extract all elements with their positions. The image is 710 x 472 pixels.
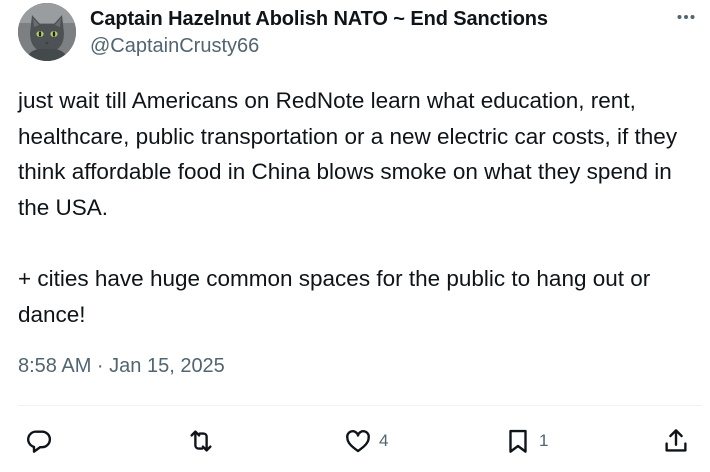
bookmark-count: 1 <box>539 431 549 450</box>
reply-icon <box>27 430 51 453</box>
tweet-paragraph: just wait till Americans on RedNote lear… <box>18 88 684 220</box>
heart-icon <box>346 430 370 453</box>
author-block: Captain Hazelnut Abolish NATO ~ End Sanc… <box>90 7 548 58</box>
share-button[interactable] <box>661 426 691 456</box>
like-button[interactable]: 4 <box>343 426 388 456</box>
cat-avatar-image <box>18 3 76 61</box>
author-display-name[interactable]: Captain Hazelnut Abolish NATO ~ End Sanc… <box>90 7 548 31</box>
author-handle[interactable]: @CaptainCrusty66 <box>90 34 548 58</box>
share-icon <box>665 429 687 452</box>
reply-button[interactable] <box>24 426 54 456</box>
like-count: 4 <box>379 431 389 450</box>
more-dots-icon <box>677 15 695 19</box>
repost-icon <box>190 430 212 452</box>
bookmark-icon <box>509 429 527 453</box>
divider <box>18 405 702 406</box>
tweet: Captain Hazelnut Abolish NATO ~ End Sanc… <box>0 0 710 472</box>
repost-button[interactable] <box>186 426 216 456</box>
avatar[interactable] <box>18 3 76 61</box>
tweet-paragraph: + cities have huge common spaces for the… <box>18 265 657 327</box>
tweet-timestamp[interactable]: 8:58 AM · Jan 15, 2025 <box>18 355 225 378</box>
tweet-text: just wait till Americans on RedNote lear… <box>18 83 702 332</box>
bookmark-button[interactable]: 1 <box>503 426 548 456</box>
more-options-button[interactable] <box>672 6 700 28</box>
